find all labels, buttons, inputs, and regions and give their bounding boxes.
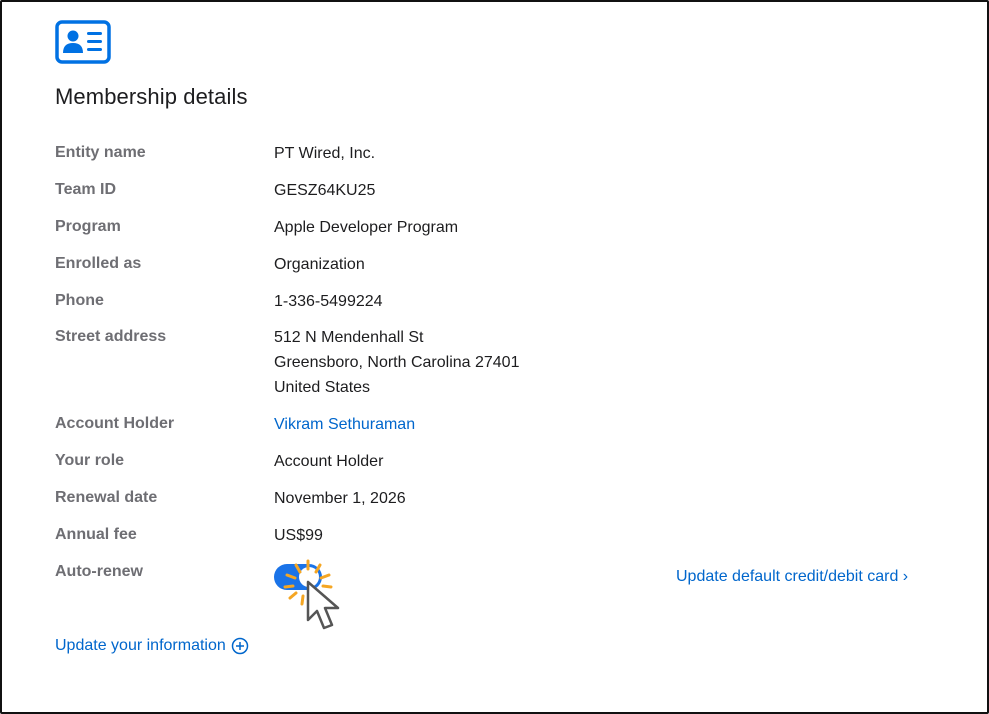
address-line: 512 N Mendenhall St (274, 329, 424, 346)
row-label: Renewal date (55, 489, 158, 506)
membership-panel: Membership details Entity name PT Wired,… (0, 0, 989, 714)
row-value: Apple Developer Program (274, 219, 459, 236)
row-label: Account Holder (55, 415, 175, 432)
plus-circle-icon (231, 637, 249, 655)
address-line: Greensboro, North Carolina 27401 (274, 354, 520, 371)
row-value: PT Wired, Inc. (274, 145, 376, 162)
row-value: US$99 (274, 527, 323, 544)
row-label: Your role (55, 452, 125, 469)
row-label: Annual fee (55, 526, 137, 543)
row-label: Program (55, 218, 121, 235)
row-label: Team ID (55, 181, 117, 198)
row-value: Account Holder (274, 453, 384, 470)
account-holder-link[interactable]: Vikram Sethuraman (274, 412, 694, 437)
toggle-knob (299, 567, 319, 587)
row-label: Entity name (55, 144, 146, 161)
contact-card-icon (55, 20, 111, 64)
page-title: Membership details (55, 84, 248, 109)
row-label: Phone (55, 292, 104, 309)
row-label: Auto-renew (55, 563, 143, 580)
row-label: Street address (55, 328, 167, 345)
update-information-label: Update your information (55, 637, 226, 654)
row-value: November 1, 2026 (274, 490, 406, 507)
row-value: Organization (274, 256, 365, 273)
address-value: 512 N Mendenhall St Greensboro, North Ca… (274, 325, 694, 400)
update-card-link[interactable]: Update default credit/debit card › (676, 568, 908, 586)
row-value: 1-336-5499224 (274, 293, 383, 310)
update-information-link[interactable]: Update your information (55, 637, 249, 655)
address-line: United States (274, 379, 371, 396)
row-label: Enrolled as (55, 255, 142, 272)
auto-renew-toggle[interactable] (274, 564, 322, 590)
row-value: GESZ64KU25 (274, 182, 376, 199)
